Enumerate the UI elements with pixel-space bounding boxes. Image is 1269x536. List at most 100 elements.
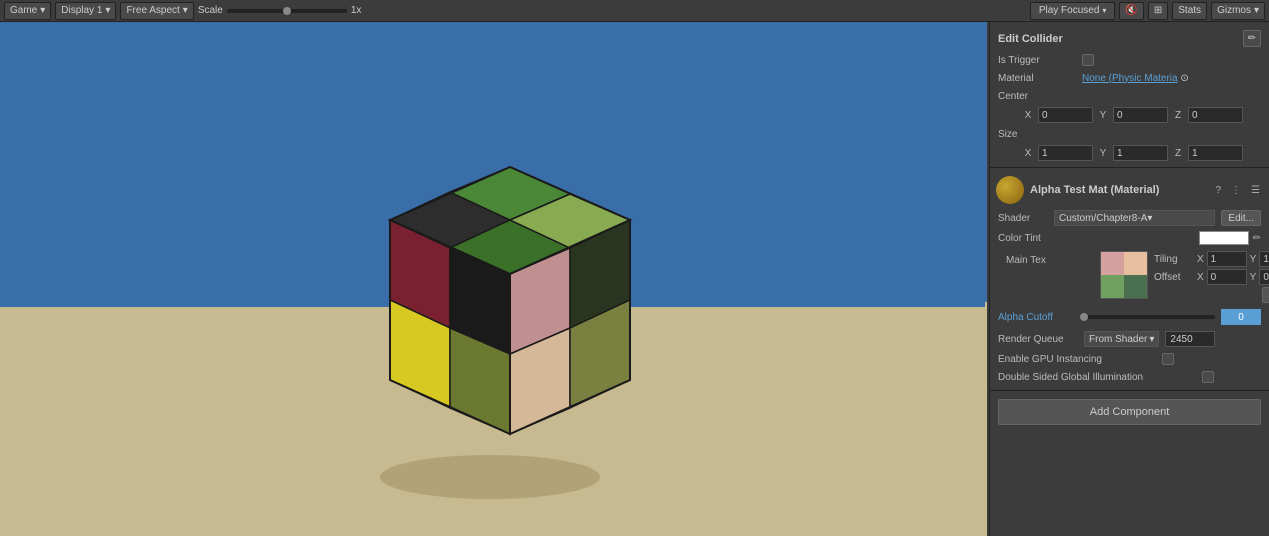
tiling-x-input[interactable] — [1207, 251, 1247, 267]
alpha-cutoff-input[interactable] — [1221, 309, 1261, 325]
select-button[interactable]: Select — [1262, 287, 1269, 303]
gpu-instancing-checkbox[interactable] — [1162, 353, 1174, 365]
scale-slider[interactable] — [227, 9, 347, 13]
material-name: Alpha Test Mat (Material) — [1030, 184, 1159, 196]
color-picker-icon[interactable]: ✏ — [1253, 233, 1261, 244]
edit-collider-label: Edit Collider — [998, 33, 1237, 45]
scale-value: 1x — [351, 5, 362, 16]
material-value[interactable]: None (Physic Materia ⊙ — [1082, 73, 1189, 84]
main-tex-label: Main Tex — [1006, 255, 1086, 266]
tiling-y-input[interactable] — [1259, 251, 1269, 267]
aspect-icon: ⊞ — [1154, 5, 1162, 16]
tex-cell-0 — [1101, 252, 1124, 275]
tex-cell-3 — [1124, 275, 1147, 298]
tex-preview[interactable] — [1100, 251, 1148, 299]
center-y-label: Y — [1097, 110, 1109, 121]
toolbar: Game ▾ Display 1 ▾ Free Aspect ▾ Scale 1… — [0, 0, 1269, 22]
shader-row: Shader Custom/Chapter8-A▾ Edit... — [990, 208, 1269, 228]
speaker-icon: 🔇 — [1125, 5, 1137, 16]
cube-scene — [0, 22, 985, 536]
play-label: Play Focused — [1039, 5, 1100, 16]
size-z-input[interactable] — [1188, 145, 1243, 161]
color-tint-row: Color Tint ✏ — [990, 228, 1269, 248]
offset-y-input[interactable] — [1259, 269, 1269, 285]
material-header: Alpha Test Mat (Material) ? ⋮ ☰ — [990, 172, 1269, 208]
center-y-input[interactable] — [1113, 107, 1168, 123]
size-xyz-row: X Y Z — [990, 143, 1269, 163]
speaker-button[interactable]: 🔇 — [1119, 2, 1143, 20]
material-section: Alpha Test Mat (Material) ? ⋮ ☰ Shader C… — [990, 168, 1269, 391]
is-trigger-checkbox[interactable] — [1082, 54, 1094, 66]
center-x-input[interactable] — [1038, 107, 1093, 123]
center-z-input[interactable] — [1188, 107, 1243, 123]
size-label: Size — [998, 129, 1078, 140]
game-label: Game — [10, 5, 37, 16]
stats-button[interactable]: Stats — [1172, 2, 1207, 20]
aspect-label: Free Aspect — [126, 5, 179, 16]
game-view[interactable] — [0, 22, 989, 536]
gizmos-button[interactable]: Gizmos ▾ — [1211, 2, 1265, 20]
center-z-label: Z — [1172, 110, 1184, 121]
size-x-input[interactable] — [1038, 145, 1093, 161]
center-xyz-row: X Y Z — [990, 105, 1269, 125]
offset-x-input[interactable] — [1207, 269, 1247, 285]
play-focused-button[interactable]: Play Focused ▾ — [1030, 2, 1116, 20]
main-content: Edit Collider ✏ Is Trigger Material None… — [0, 22, 1269, 536]
play-controls: Play Focused ▾ 🔇 ⊞ Stats Gizmos ▾ — [1030, 2, 1265, 20]
game-tab[interactable]: Game ▾ — [4, 2, 51, 20]
scale-label: Scale — [198, 5, 223, 16]
add-component-button[interactable]: Add Component — [998, 399, 1261, 425]
double-sided-row: Double Sided Global Illumination — [990, 368, 1269, 386]
stats-label: Stats — [1178, 5, 1201, 16]
rq-chevron: ▾ — [1149, 334, 1154, 345]
alpha-thumb — [1080, 313, 1088, 321]
tiling-y-label: Y — [1250, 254, 1257, 265]
material-question-button[interactable]: ? — [1212, 184, 1224, 197]
tex-cell-1 — [1124, 252, 1147, 275]
edit-collider-row: Edit Collider ✏ — [990, 26, 1269, 51]
color-tint-label: Color Tint — [998, 233, 1078, 244]
render-queue-value-input[interactable] — [1165, 331, 1215, 347]
offset-y-label: Y — [1250, 272, 1257, 283]
render-queue-label: Render Queue — [998, 334, 1078, 345]
material-row: Material None (Physic Materia ⊙ — [990, 69, 1269, 87]
material-dots-button[interactable]: ☰ — [1248, 184, 1263, 197]
main-tex-area: Main Tex Tiling X Y — [990, 248, 1269, 306]
play-chevron: ▾ — [1102, 6, 1106, 15]
gpu-instancing-row: Enable GPU Instancing — [990, 350, 1269, 368]
gizmos-chevron: ▾ — [1254, 5, 1259, 16]
display-dropdown[interactable]: Display 1 ▾ — [55, 2, 116, 20]
tiling-label: Tiling — [1154, 254, 1194, 265]
tiling-x-label: X — [1197, 254, 1204, 265]
offset-label: Offset — [1154, 272, 1194, 283]
material-settings-button[interactable]: ⋮ — [1228, 184, 1244, 197]
main-tex-label-row: Main Tex — [998, 251, 1094, 269]
tex-fields: Tiling X Y Offset X Y Select — [1154, 251, 1269, 303]
inspector-panel: Edit Collider ✏ Is Trigger Material None… — [989, 22, 1269, 536]
is-trigger-row: Is Trigger — [990, 51, 1269, 69]
shader-edit-button[interactable]: Edit... — [1221, 210, 1261, 226]
material-action-buttons: ? ⋮ ☰ — [1212, 184, 1263, 197]
double-sided-checkbox[interactable] — [1202, 371, 1214, 383]
aspect-icon-button[interactable]: ⊞ — [1148, 2, 1168, 20]
size-y-label: Y — [1097, 148, 1109, 159]
center-row: Center — [990, 87, 1269, 105]
color-tint-swatch[interactable] — [1199, 231, 1249, 245]
size-z-label: Z — [1172, 148, 1184, 159]
aspect-dropdown[interactable]: Free Aspect ▾ — [120, 2, 193, 20]
alpha-cutoff-slider[interactable] — [1084, 315, 1215, 319]
material-link[interactable]: None (Physic Materia — [1082, 73, 1178, 84]
box-collider-section: Edit Collider ✏ Is Trigger Material None… — [990, 22, 1269, 168]
alpha-cutoff-label: Alpha Cutoff — [998, 312, 1078, 323]
material-row-label: Material — [998, 73, 1078, 84]
size-x-label: X — [1022, 148, 1034, 159]
offset-x-label: X — [1197, 272, 1204, 283]
material-suffix: ⊙ — [1180, 73, 1188, 84]
render-queue-dropdown[interactable]: From Shader ▾ — [1084, 331, 1159, 347]
shader-dropdown[interactable]: Custom/Chapter8-A▾ — [1054, 210, 1215, 226]
shader-label: Shader — [998, 213, 1048, 224]
center-label: Center — [998, 91, 1078, 102]
size-y-input[interactable] — [1113, 145, 1168, 161]
edit-collider-button[interactable]: ✏ — [1243, 30, 1261, 47]
game-chevron: ▾ — [40, 5, 45, 16]
